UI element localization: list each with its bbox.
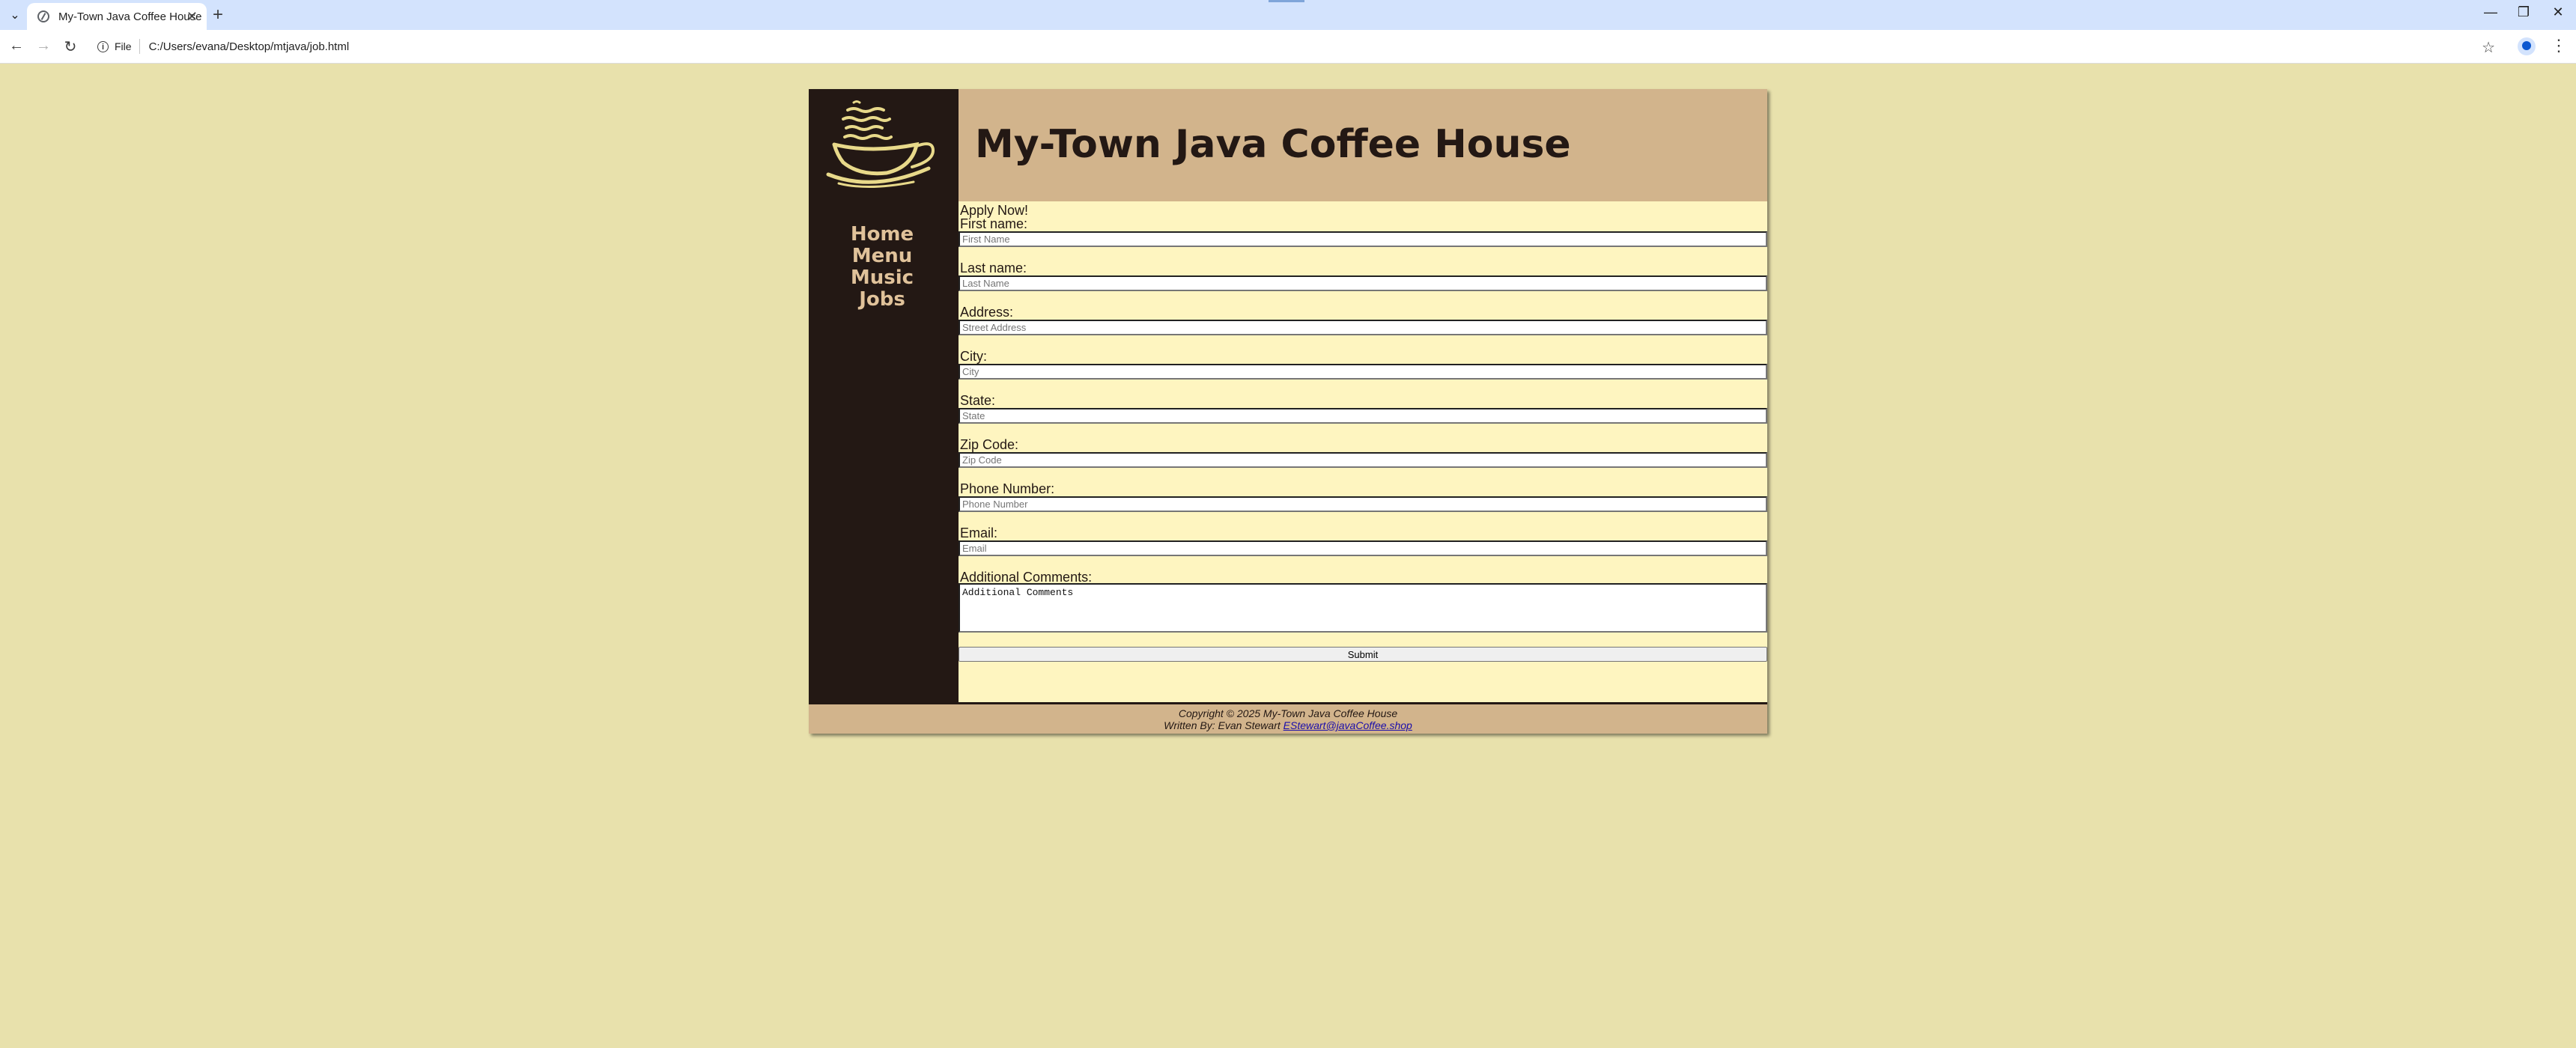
coffee-cup-logo bbox=[826, 100, 935, 189]
comments-textarea[interactable]: Additional Comments bbox=[959, 583, 1767, 633]
browser-tab-strip: ⌄ My-Town Java Coffee House ✕ + — ❐ ✕ bbox=[0, 0, 2576, 30]
state-input[interactable] bbox=[959, 408, 1767, 424]
address-input[interactable] bbox=[959, 320, 1767, 335]
nav-link-home[interactable]: Home bbox=[807, 224, 957, 246]
globe-icon bbox=[37, 10, 49, 22]
city-label: City: bbox=[960, 349, 987, 364]
last-name-label: Last name: bbox=[960, 261, 1027, 275]
zip-code-label: Zip Code: bbox=[960, 437, 1019, 452]
site-footer: Copyright © 2025 My-Town Java Coffee Hou… bbox=[809, 702, 1767, 734]
nav-link-menu[interactable]: Menu bbox=[807, 246, 957, 267]
author-text: Written By: Evan Stewart bbox=[1164, 719, 1281, 731]
info-icon[interactable]: i bbox=[97, 40, 109, 52]
author-email-link[interactable]: EStewart@javaCoffee.shop bbox=[1284, 719, 1412, 731]
phone-number-label: Phone Number: bbox=[960, 481, 1055, 496]
address-label: Address: bbox=[960, 305, 1014, 320]
tab-close-icon[interactable]: ✕ bbox=[186, 9, 198, 25]
submit-button[interactable]: Submit bbox=[959, 647, 1767, 662]
state-label: State: bbox=[960, 393, 996, 408]
site-title: My-Town Java Coffee House bbox=[975, 122, 1571, 167]
page-wrapper: My-Town Java Coffee House Home Menu Musi… bbox=[809, 89, 1767, 734]
profile-icon[interactable] bbox=[2518, 37, 2536, 55]
drag-indicator bbox=[1269, 0, 1304, 2]
nav-link-jobs[interactable]: Jobs bbox=[807, 289, 957, 311]
first-name-label: First name: bbox=[960, 216, 1028, 231]
tab-search-icon[interactable]: ⌄ bbox=[6, 6, 24, 24]
forward-icon[interactable]: → bbox=[34, 37, 52, 55]
copyright-text: Copyright © 2025 My-Town Java Coffee Hou… bbox=[1178, 707, 1398, 719]
job-application-form: Apply Now! First name: Last name: Addres… bbox=[959, 201, 1767, 702]
sidebar: Home Menu Music Jobs bbox=[809, 89, 959, 702]
file-chip[interactable]: File bbox=[115, 40, 132, 52]
url-separator bbox=[139, 39, 140, 54]
new-tab-icon[interactable]: + bbox=[213, 6, 223, 24]
zip-code-input[interactable] bbox=[959, 452, 1767, 468]
tab-title: My-Town Java Coffee House bbox=[58, 10, 202, 23]
first-name-input[interactable] bbox=[959, 231, 1767, 247]
site-nav: Home Menu Music Jobs bbox=[809, 224, 959, 311]
address-bar[interactable]: i File C:/Users/evana/Desktop/mtjava/job… bbox=[88, 34, 2485, 59]
reload-icon[interactable]: ↻ bbox=[61, 37, 79, 56]
city-input[interactable] bbox=[959, 364, 1767, 380]
author-line: Written By: Evan Stewart EStewart@javaCo… bbox=[809, 719, 1767, 731]
browser-tab[interactable]: My-Town Java Coffee House ✕ bbox=[27, 3, 207, 30]
minimize-icon[interactable]: — bbox=[2476, 4, 2506, 20]
nav-link-music[interactable]: Music bbox=[807, 267, 957, 289]
browser-toolbar: ← → ↻ i File C:/Users/evana/Desktop/mtja… bbox=[0, 30, 2576, 64]
url-text[interactable]: C:/Users/evana/Desktop/mtjava/job.html bbox=[149, 40, 350, 53]
close-window-icon[interactable]: ✕ bbox=[2543, 4, 2573, 20]
kebab-menu-icon[interactable]: ⋮ bbox=[2551, 36, 2567, 55]
bookmark-star-icon[interactable]: ☆ bbox=[2482, 38, 2495, 57]
email-label: Email: bbox=[960, 525, 998, 540]
last-name-input[interactable] bbox=[959, 275, 1767, 291]
restore-icon[interactable]: ❐ bbox=[2509, 4, 2539, 20]
phone-number-input[interactable] bbox=[959, 496, 1767, 512]
back-icon[interactable]: ← bbox=[7, 37, 25, 55]
email-input[interactable] bbox=[959, 540, 1767, 556]
